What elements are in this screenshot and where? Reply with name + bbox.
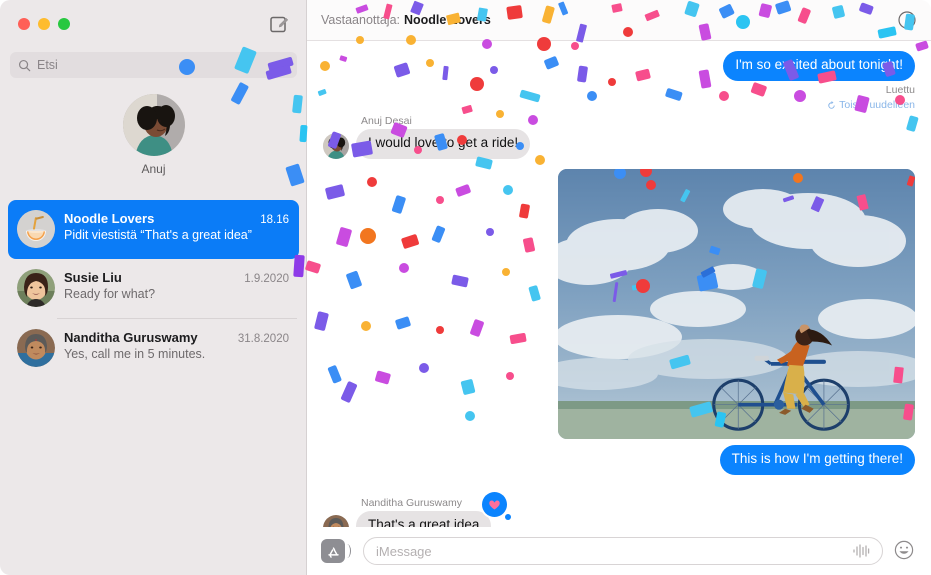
replay-label: Toista uudelleen (839, 99, 915, 112)
info-icon[interactable] (897, 10, 917, 30)
heart-icon (489, 500, 501, 510)
search-input[interactable]: Etsi (10, 52, 297, 78)
conversation-header: Vastaanottaja: Noodle Lovers (307, 0, 931, 41)
anuj-desai-avatar (323, 132, 349, 159)
compose-icon[interactable] (268, 13, 290, 35)
message-thread[interactable]: I'm so excited about tonight! Luettu Toi… (307, 41, 931, 527)
conversation-title: Noodle Lovers (64, 211, 155, 226)
profile-name: Anuj (141, 162, 166, 176)
conversation-pane: Vastaanottaja: Noodle Lovers I'm so exci… (307, 0, 931, 575)
recipient-label: Vastaanottaja: (321, 13, 400, 27)
conversation-preview: Ready for what? (64, 287, 156, 301)
message-bubble[interactable]: This is how I'm getting there! (719, 444, 915, 475)
photo-message-row (323, 168, 915, 439)
emoji-smiley-icon[interactable] (893, 539, 917, 563)
app-store-icon[interactable] (321, 539, 351, 563)
list-item[interactable]: Noodle Lovers 18.16 Pidit viestistä “Tha… (8, 200, 299, 259)
composer-bar: iMessage (307, 527, 931, 575)
confetti-overlay-photo (558, 168, 915, 439)
message-row: I would love to get a ride! (323, 128, 915, 159)
message-sender: Anuj Desai (361, 114, 412, 127)
conversation-preview: Yes, call me in 5 minutes. (64, 347, 206, 361)
heart-tapback[interactable] (482, 491, 512, 520)
replay-button[interactable]: Toista uudelleen (827, 99, 915, 111)
message-row: This is how I'm getting there! (323, 444, 915, 475)
nanditha-guruswamy-avatar (17, 329, 55, 367)
message-bubble[interactable]: I would love to get a ride! (356, 128, 531, 159)
recipient-name[interactable]: Noodle Lovers (404, 13, 491, 27)
susie-liu-avatar (17, 269, 55, 307)
message-placeholder: iMessage (376, 543, 432, 559)
list-item[interactable]: Nanditha Guruswamy 31.8.2020 Yes, call m… (8, 319, 299, 378)
conversation-title: Susie Liu (64, 270, 122, 285)
search-icon (18, 59, 31, 71)
replay-row: Toista uudelleen (323, 97, 915, 115)
message-row: That's a great idea (323, 491, 915, 527)
status-badge: Luettu (885, 83, 915, 96)
message-row: I'm so excited about tonight! (323, 51, 915, 81)
search-placeholder: Etsi (37, 58, 58, 72)
minimize-button[interactable] (38, 18, 50, 30)
profile-header: Anuj (0, 94, 307, 176)
messages-window: Etsi Anuj Noodle Lovers 18.16 Pidit vies… (0, 0, 931, 575)
maximize-button[interactable] (58, 18, 70, 30)
conversation-title: Nanditha Guruswamy (64, 330, 198, 345)
conversation-list: Noodle Lovers 18.16 Pidit viestistä “Tha… (0, 200, 307, 378)
replay-icon (828, 100, 835, 109)
woman-riding-bicycle-photo[interactable] (558, 168, 915, 439)
audio-waveform-icon (853, 544, 870, 558)
conversation-preview: Pidit viestistä “That's a great idea” (64, 228, 252, 242)
list-item[interactable]: Susie Liu 1.9.2020 Ready for what? (8, 259, 299, 318)
noodle-bowl-avatar (17, 210, 55, 248)
avatar[interactable] (122, 94, 185, 156)
message-sender: Nanditha Guruswamy (361, 496, 462, 509)
nanditha-guruswamy-avatar (323, 514, 349, 527)
conversation-time: 18.16 (260, 214, 289, 226)
message-bubble[interactable]: That's a great idea (356, 491, 512, 527)
conversation-time: 1.9.2020 (244, 273, 289, 285)
conversation-time: 31.8.2020 (237, 333, 289, 345)
message-input[interactable]: iMessage (363, 537, 883, 565)
traffic-lights (18, 18, 70, 30)
close-button[interactable] (18, 18, 30, 30)
message-text: That's a great idea (368, 516, 480, 527)
sidebar: Etsi Anuj Noodle Lovers 18.16 Pidit vies… (0, 0, 307, 575)
message-bubble[interactable]: I'm so excited about tonight! (723, 51, 915, 81)
